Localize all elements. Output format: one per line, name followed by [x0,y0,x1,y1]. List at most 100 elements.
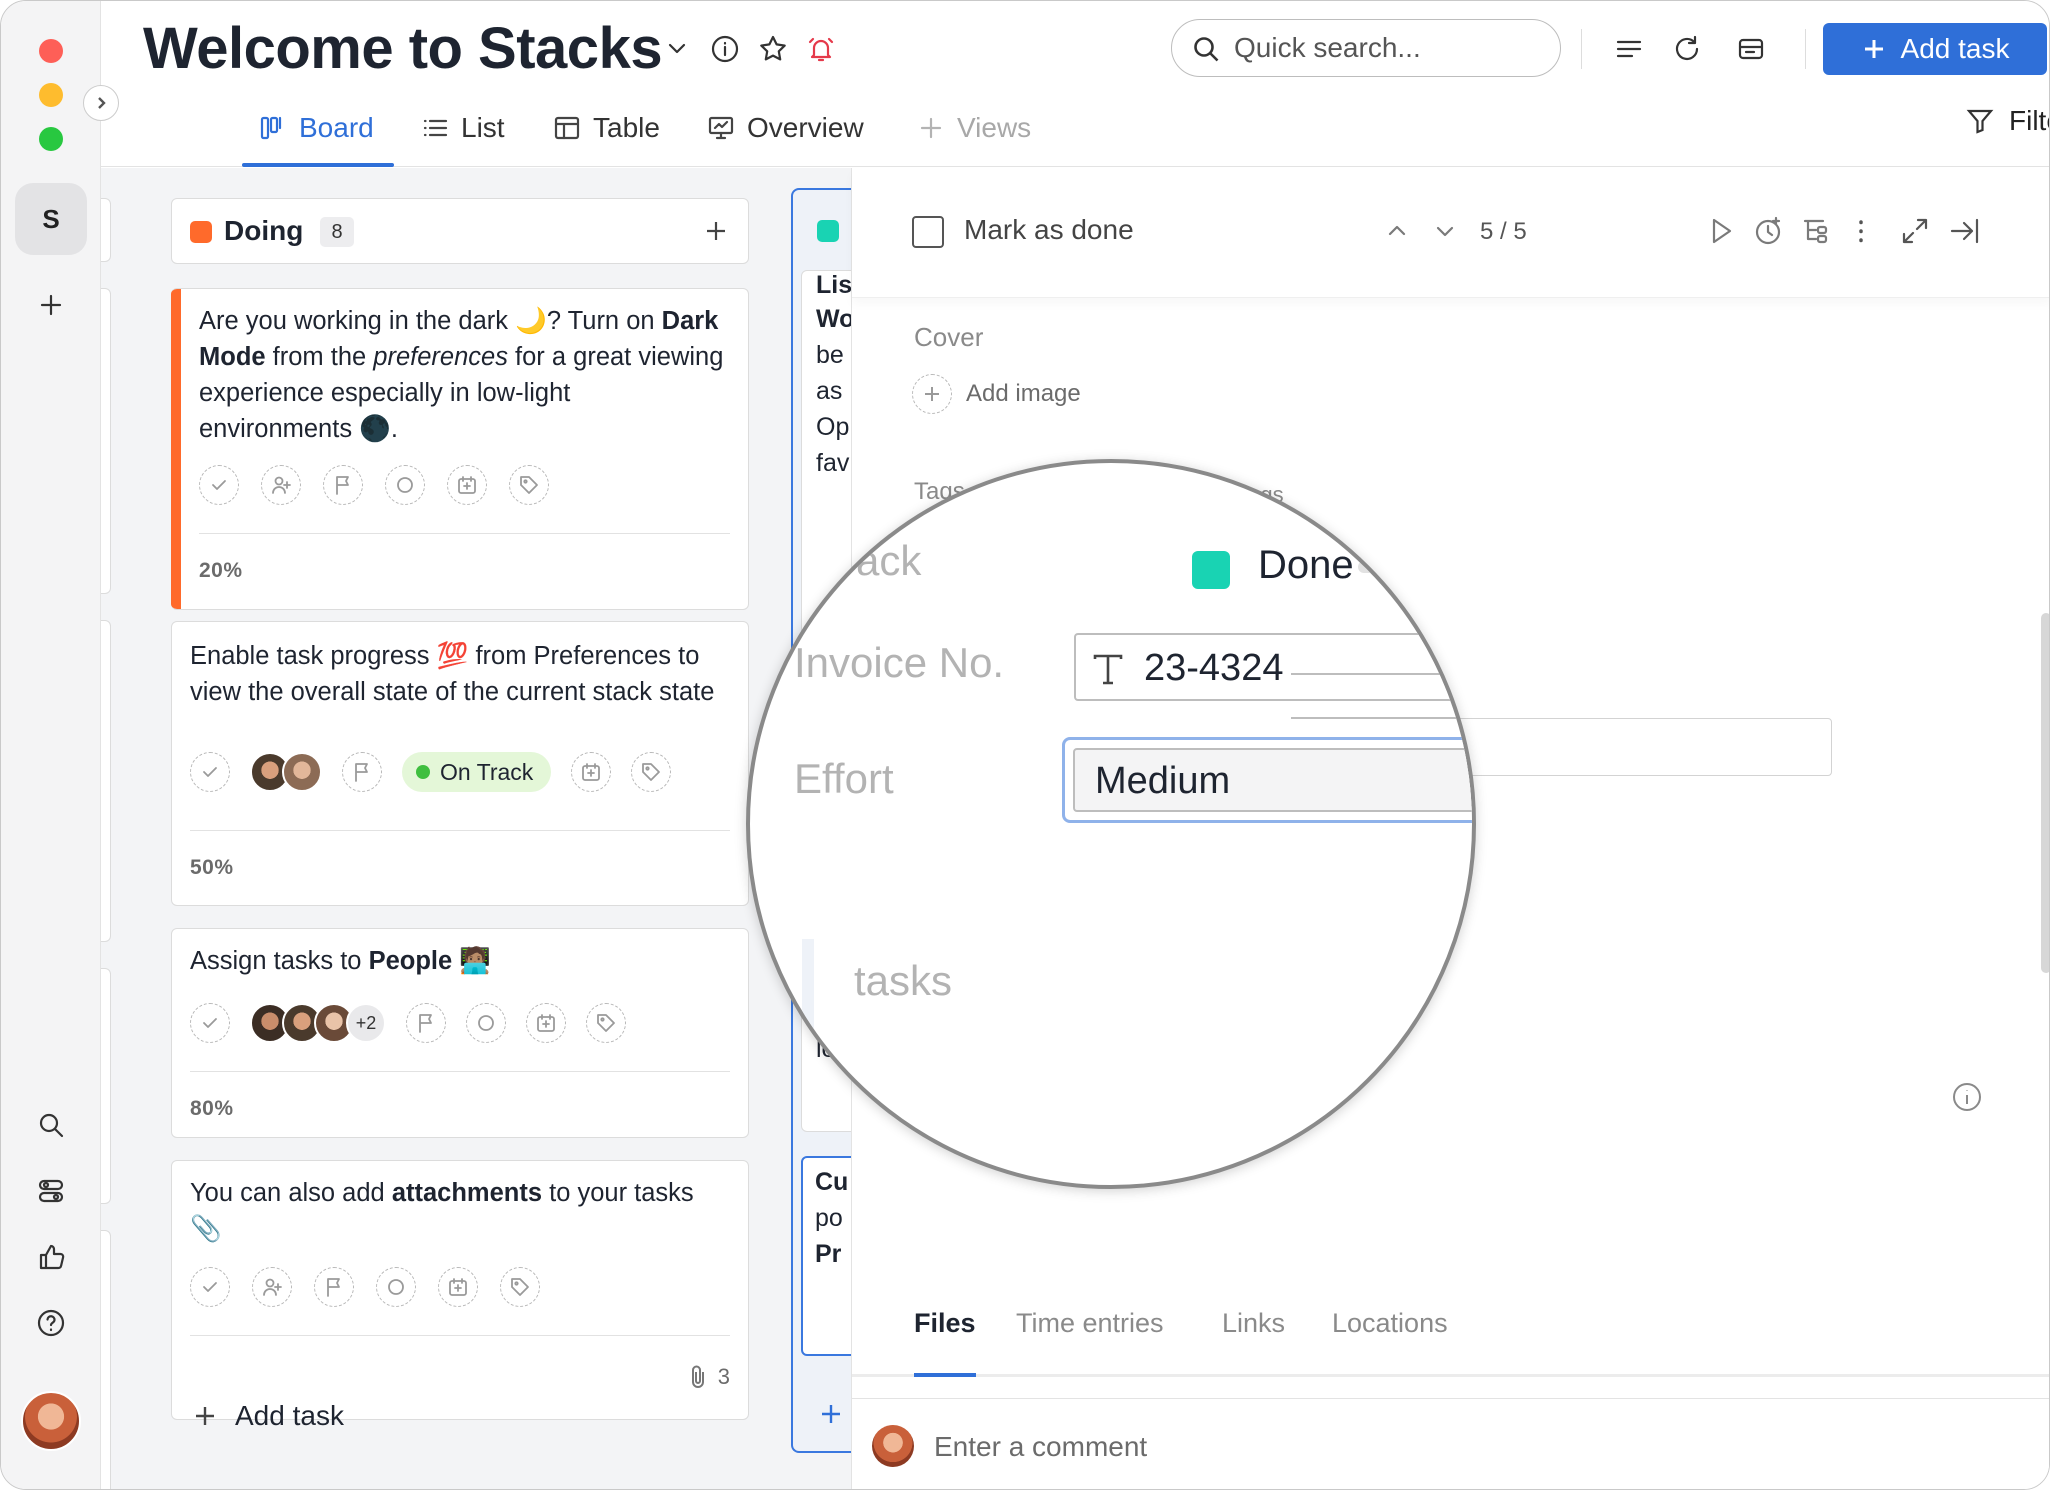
peek-card[interactable] [101,620,111,942]
quick-search-input[interactable]: Quick search... [1171,19,1561,77]
priority-button[interactable] [314,1267,354,1307]
filters-button[interactable]: Filters [1965,105,2049,137]
peek-card[interactable] [101,968,111,1204]
refresh-button[interactable] [1669,31,1705,67]
stack-value[interactable]: Done [1258,543,1354,588]
workspace-avatar[interactable]: S [15,183,87,255]
column-add-task-button[interactable]: Add task [191,1400,344,1432]
plus-icon[interactable] [817,1400,845,1428]
due-date-button[interactable] [526,1003,566,1043]
add-workspace-button[interactable] [23,277,79,333]
title-dropdown-button[interactable] [659,31,695,67]
subtasks-icon [1803,219,1828,244]
due-date-button[interactable] [447,465,487,505]
complete-button[interactable] [190,1003,230,1043]
start-timer-button[interactable] [1704,214,1738,248]
circle-icon [397,477,413,493]
task-card[interactable]: Assign tasks to People 🧑🏽‍💻 +2 80% [171,928,749,1138]
status-button[interactable] [466,1003,506,1043]
panel-scrollbar[interactable] [2041,613,2049,973]
search-button[interactable] [23,1097,79,1153]
assign-button[interactable] [252,1267,292,1307]
effort-select[interactable]: Medium [1073,748,1472,812]
card-title: You can also add attachments to your tas… [190,1175,730,1247]
comment-bar[interactable]: Enter a comment [852,1398,2049,1489]
complete-button[interactable] [190,752,230,792]
user-avatar[interactable] [21,1391,81,1451]
task-card[interactable]: Enable task progress 💯 from Preferences … [171,621,749,906]
plus-icon [196,1407,214,1425]
effort-value: Medium [1095,760,1231,802]
tab-table[interactable]: Table [553,105,660,151]
feedback-button[interactable] [23,1229,79,1285]
next-task-button[interactable] [1428,214,1462,248]
tab-links[interactable]: Links [1222,1308,1285,1339]
complete-button[interactable] [190,1267,230,1307]
card-title: Are you working in the dark 🌙? Turn on D… [199,303,730,447]
comment-input[interactable]: Enter a comment [934,1431,1147,1463]
tab-locations[interactable]: Locations [1332,1308,1448,1339]
expand-panel-button[interactable] [1898,214,1932,248]
attachments-count[interactable]: 3 [686,1363,730,1391]
add-card-icon[interactable] [702,217,730,245]
time-entries-button[interactable] [1752,214,1786,248]
tag-button[interactable] [631,752,672,792]
tag-button[interactable] [500,1267,540,1307]
info-icon[interactable] [1950,1080,1984,1114]
due-date-button[interactable] [571,752,612,792]
close-window-button[interactable] [39,39,63,63]
close-panel-button[interactable] [1948,214,1982,248]
check-icon [212,480,226,490]
add-image-button[interactable]: Add image [912,374,1081,414]
settings-button[interactable] [23,1163,79,1219]
tab-overview[interactable]: Overview [707,105,864,151]
assign-button[interactable] [261,465,301,505]
minimize-window-button[interactable] [39,83,63,107]
task-card[interactable]: Are you working in the dark 🌙? Turn on D… [171,288,749,610]
expand-sidebar-button[interactable] [83,85,119,121]
assignees[interactable]: +2 [250,1003,386,1043]
tab-board[interactable]: Board [259,105,374,151]
previous-task-button[interactable] [1380,214,1414,248]
tag-button[interactable] [586,1003,626,1043]
assignees[interactable] [250,752,322,792]
add-user-icon [263,1278,282,1296]
help-button[interactable] [23,1295,79,1351]
tab-files[interactable]: Files [914,1308,976,1339]
favorite-button[interactable] [755,31,791,67]
info-button[interactable] [707,31,743,67]
peek-card[interactable] [101,288,111,594]
sort-button[interactable] [1611,31,1647,67]
priority-button[interactable] [342,752,382,792]
tab-list[interactable]: List [421,105,505,151]
status-button[interactable] [385,465,425,505]
due-date-button[interactable] [438,1267,478,1307]
status-button[interactable] [376,1267,416,1307]
subtasks-button[interactable] [1800,214,1834,248]
mark-done-label: Mark as done [964,214,1134,245]
priority-button[interactable] [406,1003,446,1043]
alarm-button[interactable] [803,31,839,67]
complete-button[interactable] [199,465,239,505]
tag-button[interactable] [509,465,549,505]
inbox-button[interactable] [1733,31,1769,67]
tab-add-view[interactable]: Views [917,105,1031,151]
effort-label: Effort [794,755,894,802]
toggles-icon [38,1179,64,1203]
zoom-window-button[interactable] [39,127,63,151]
previous-column-header[interactable] [101,198,111,262]
more-options-button[interactable] [1844,214,1878,248]
tab-time-entries[interactable]: Time entries [1016,1308,1164,1339]
user-avatar [872,1425,914,1467]
card-progress: 20% [199,559,243,582]
add-task-button[interactable]: Add task [1823,23,2047,75]
peek-card-selected[interactable]: Cu po Pr [801,1156,851,1356]
card-divider [199,533,730,534]
chevron-right-icon [98,97,106,109]
status-badge[interactable]: On Track [402,752,552,792]
priority-button[interactable] [323,465,363,505]
task-card[interactable]: You can also add attachments to your tas… [171,1160,749,1420]
peek-card[interactable] [101,1230,111,1489]
mark-done-checkbox[interactable] [912,216,944,248]
column-header-doing[interactable]: Doing 8 [171,198,749,264]
